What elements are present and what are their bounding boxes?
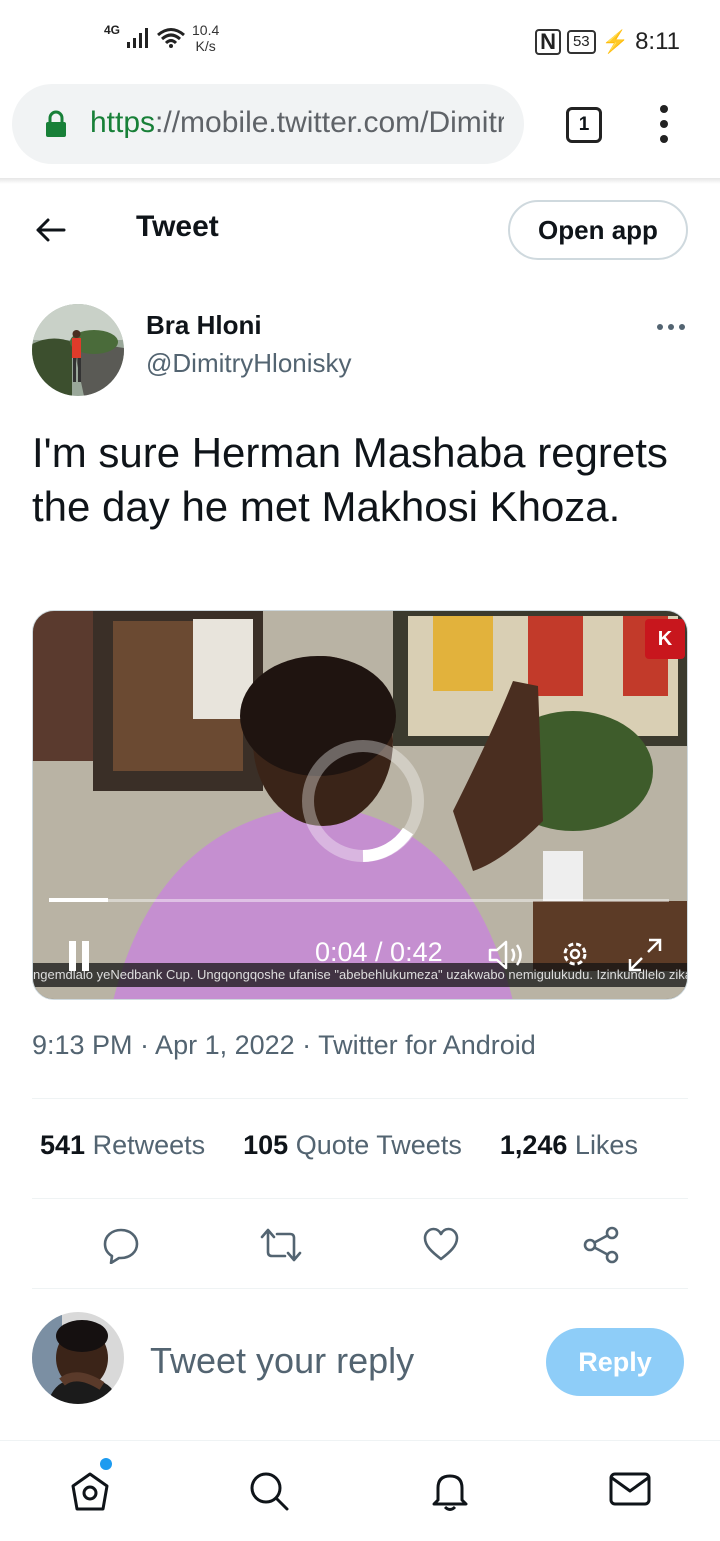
network-speed: 10.4 K/s — [192, 22, 219, 54]
more-options-icon[interactable] — [656, 320, 686, 334]
open-app-button[interactable]: Open app — [508, 200, 688, 260]
url-path: ://mobile.twitter.com/DimitryHlonisky — [155, 106, 504, 139]
fullscreen-icon[interactable] — [627, 937, 663, 973]
battery-icon: 53 — [566, 30, 596, 54]
retweets-stat[interactable]: 541 Retweets — [40, 1130, 205, 1161]
reply-input[interactable]: Tweet your reply — [150, 1340, 414, 1382]
messages-icon[interactable] — [608, 1470, 652, 1508]
clock: 8:11 — [635, 28, 680, 55]
pause-icon[interactable] — [67, 941, 91, 971]
url-text[interactable]: https://mobile.twitter.com/DimitryHlonis… — [90, 106, 504, 140]
retweets-label: Retweets — [92, 1130, 206, 1160]
video-progress-track[interactable] — [49, 899, 669, 902]
likes-count: 1,246 — [499, 1130, 568, 1160]
nfc-icon: N — [535, 29, 561, 55]
likes-stat[interactable]: 1,246 Likes — [500, 1130, 638, 1161]
author-handle[interactable]: @DimitryHlonisky — [146, 348, 352, 379]
reply-icon[interactable] — [102, 1226, 140, 1264]
volume-icon[interactable] — [487, 939, 527, 971]
share-icon[interactable] — [582, 1226, 620, 1264]
tab-switcher-button[interactable]: 1 — [566, 107, 602, 143]
quote-tweets-label: Quote Tweets — [295, 1130, 462, 1160]
status-right: N 53 ⚡ 8:11 — [535, 28, 680, 56]
tweet-stats: 541 Retweets 105 Quote Tweets 1,246 Like… — [40, 1130, 680, 1161]
like-icon[interactable] — [422, 1226, 460, 1262]
toolbar-shadow — [0, 178, 720, 184]
speed-unit: K/s — [195, 38, 216, 54]
video-player[interactable]: K ngemdlalo yeNedbank Cup. Ungqongqoshe … — [32, 610, 688, 1000]
quote-tweets-count: 105 — [243, 1130, 289, 1160]
author-name[interactable]: Bra Hloni — [146, 310, 262, 341]
tweet-timestamp[interactable]: 9:13 PM · Apr 1, 2022 · Twitter for Andr… — [32, 1030, 536, 1061]
status-left: 4G 10.4 K/s — [104, 22, 219, 54]
quote-tweets-stat[interactable]: 105 Quote Tweets — [243, 1130, 462, 1161]
reply-button[interactable]: Reply — [546, 1328, 684, 1396]
channel-logo: K — [645, 619, 685, 659]
video-progress-fill — [49, 898, 108, 902]
video-time: 0:04 / 0:42 — [315, 937, 443, 967]
page-title: Tweet — [136, 210, 219, 243]
likes-label: Likes — [574, 1130, 638, 1160]
divider — [32, 1198, 688, 1199]
retweet-icon[interactable] — [260, 1226, 302, 1264]
retweets-count: 541 — [40, 1130, 86, 1160]
back-arrow-icon[interactable] — [32, 212, 68, 248]
browser-menu-icon[interactable] — [654, 104, 674, 144]
url-scheme: https — [90, 106, 156, 139]
signal-icon — [127, 28, 149, 48]
search-icon[interactable] — [248, 1470, 290, 1512]
tweet-text: I'm sure Herman Mashaba regrets the day … — [32, 429, 668, 530]
settings-gear-icon[interactable] — [558, 937, 592, 971]
wifi-icon — [157, 28, 185, 48]
network-type: 4G — [104, 23, 121, 37]
user-avatar[interactable] — [32, 1312, 124, 1404]
divider — [32, 1098, 688, 1099]
lock-icon — [46, 110, 66, 137]
notification-dot — [100, 1458, 112, 1470]
divider — [32, 1288, 688, 1289]
notifications-icon[interactable] — [430, 1470, 470, 1512]
home-icon[interactable] — [70, 1470, 110, 1512]
speed-value: 10.4 — [192, 22, 220, 38]
author-avatar[interactable] — [32, 304, 124, 396]
charging-icon: ⚡ — [601, 29, 630, 54]
